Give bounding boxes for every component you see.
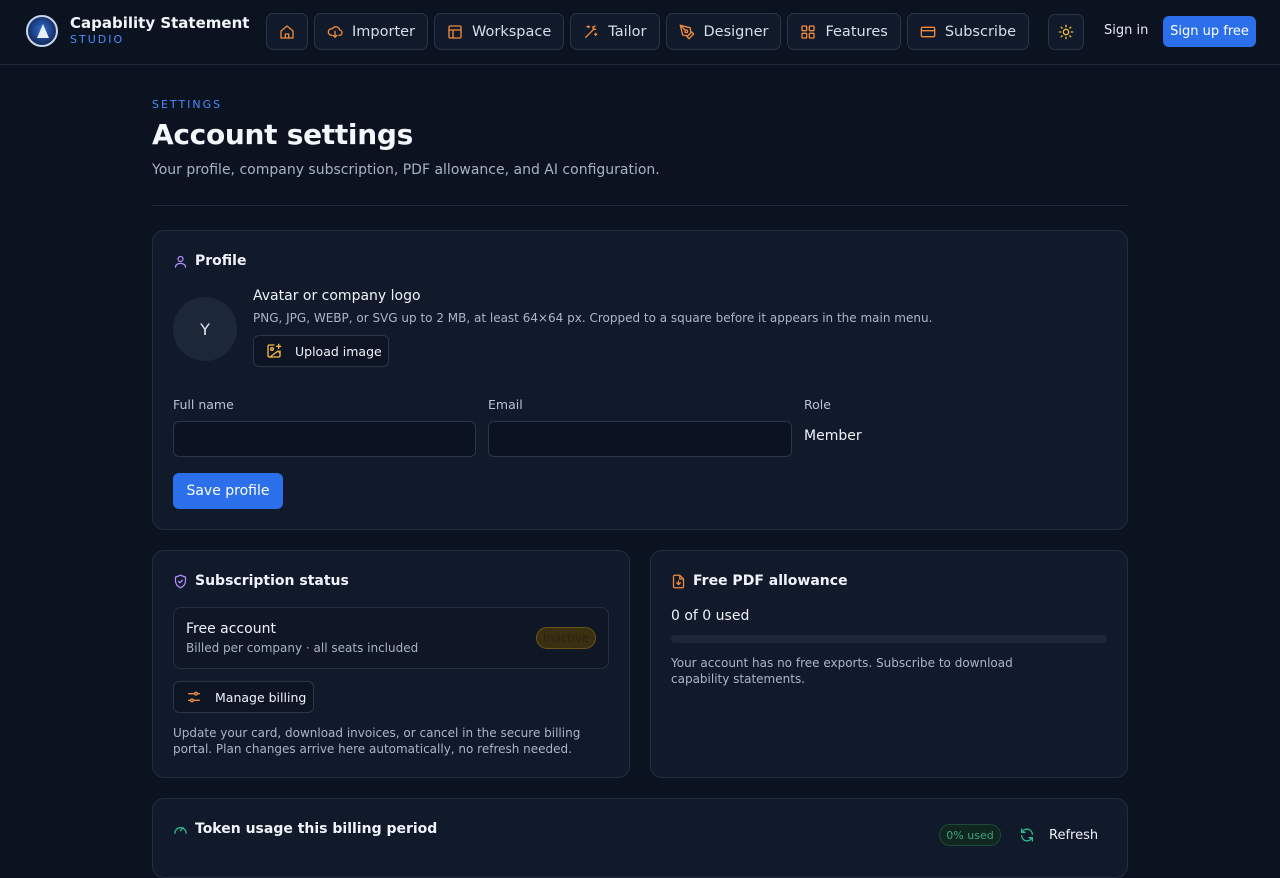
nav-home-button[interactable] (266, 13, 308, 50)
page-subtitle: Your profile, company subscription, PDF … (152, 162, 660, 178)
sun-icon (1058, 24, 1074, 40)
refresh-icon (1019, 827, 1035, 843)
pdf-used-count: 0 of 0 used (671, 608, 750, 624)
brand-subtitle: STUDIO (70, 33, 125, 46)
token-heading-label: Token usage this billing period (195, 821, 438, 837)
plan-summary: Free account Billed per company · all se… (173, 607, 609, 669)
theme-toggle-button[interactable] (1048, 14, 1084, 50)
token-usage-badge: 0% used (939, 824, 1001, 846)
pdf-heading-label: Free PDF allowance (693, 573, 848, 589)
sign-in-link[interactable]: Sign in (1104, 23, 1148, 38)
nav-importer[interactable]: Importer (314, 13, 429, 50)
nav-workspace-label: Workspace (472, 23, 552, 40)
role-value: Member (804, 428, 862, 444)
main-nav: Importer Workspace Tailor Designer Featu… (266, 13, 1030, 50)
nav-importer-label: Importer (352, 23, 416, 40)
role-label: Role (804, 397, 831, 412)
nav-designer[interactable]: Designer (665, 13, 782, 50)
status-badge: Inactive (536, 627, 596, 649)
pdf-note: Your account has no free exports. Subscr… (671, 656, 1013, 686)
refresh-button[interactable]: Refresh (1019, 821, 1098, 849)
nav-designer-label: Designer (703, 23, 769, 40)
profile-heading-label: Profile (195, 253, 247, 269)
nav-tailor-label: Tailor (608, 23, 647, 40)
sign-up-button[interactable]: Sign up free (1163, 16, 1256, 47)
plan-detail: Billed per company · all seats included (186, 641, 419, 655)
shield-check-icon (173, 574, 188, 589)
header-divider (152, 205, 1128, 206)
subscription-heading-label: Subscription status (195, 573, 349, 589)
credit-card-icon (920, 24, 936, 40)
brand[interactable]: Capability Statement STUDIO (26, 14, 249, 47)
refresh-label: Refresh (1049, 827, 1099, 843)
upload-image-button[interactable]: Upload image (253, 335, 389, 367)
brand-title: Capability Statement (70, 14, 250, 32)
pen-tool-icon (679, 24, 695, 40)
email-label: Email (488, 397, 523, 412)
nav-features-label: Features (825, 23, 888, 40)
page-title: Account settings (152, 118, 413, 151)
token-heading: Token usage this billing period (173, 821, 437, 837)
pdf-allowance-card: Free PDF allowance 0 of 0 used Your acco… (650, 550, 1128, 778)
manage-billing-label: Manage billing (215, 689, 307, 705)
nav-subscribe[interactable]: Subscribe (906, 13, 1030, 50)
brand-logo-icon (26, 14, 58, 47)
subscription-heading: Subscription status (173, 573, 349, 589)
home-icon (279, 24, 295, 40)
nav-features[interactable]: Features (787, 13, 901, 50)
avatar: Y (173, 297, 237, 361)
billing-note: Update your card, download invoices, or … (173, 726, 581, 756)
pdf-progress-bar (671, 635, 1107, 643)
nav-workspace[interactable]: Workspace (434, 13, 565, 50)
magic-wand-icon (583, 24, 599, 40)
full-name-label: Full name (173, 397, 234, 412)
grid-icon (800, 24, 816, 40)
pdf-heading: Free PDF allowance (671, 573, 848, 589)
profile-card: Profile Y Avatar or company logo PNG, JP… (152, 230, 1128, 530)
plan-name: Free account (186, 621, 276, 637)
brand-text: Capability Statement STUDIO (70, 14, 249, 47)
sliders-icon (186, 689, 202, 705)
layout-icon (447, 24, 463, 40)
file-download-icon (671, 574, 686, 589)
nav-subscribe-label: Subscribe (944, 23, 1017, 40)
cloud-download-icon (327, 24, 343, 40)
avatar-hint: PNG, JPG, WEBP, or SVG up to 2 MB, at le… (253, 311, 933, 325)
gauge-icon (173, 822, 188, 837)
token-usage-card: Token usage this billing period 0% used … (152, 798, 1128, 878)
subscription-card: Subscription status Free account Billed … (152, 550, 630, 778)
profile-heading: Profile (173, 253, 246, 269)
full-name-input[interactable] (173, 421, 476, 457)
email-input[interactable] (488, 421, 792, 457)
user-icon (173, 254, 188, 269)
avatar-title: Avatar or company logo (253, 288, 421, 304)
image-plus-icon (266, 343, 282, 359)
page-eyebrow: SETTINGS (152, 98, 223, 111)
top-navigation: Capability Statement STUDIO Importer Wor… (0, 0, 1280, 65)
nav-tailor[interactable]: Tailor (570, 13, 660, 50)
upload-image-label: Upload image (295, 343, 382, 359)
save-profile-button[interactable]: Save profile (173, 473, 283, 509)
manage-billing-button[interactable]: Manage billing (173, 681, 314, 713)
